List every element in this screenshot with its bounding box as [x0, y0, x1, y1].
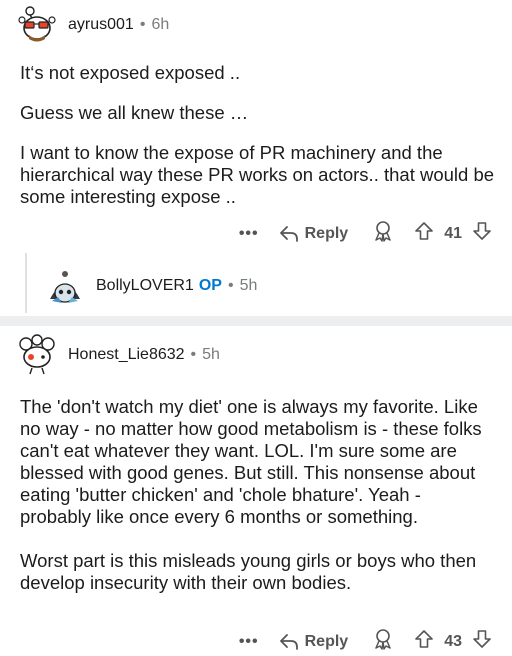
vote-score: 43: [444, 632, 462, 650]
comment-paragraph: The 'don't watch my diet' one is always …: [20, 396, 482, 527]
timestamp: 6h: [151, 16, 170, 33]
upvote-button[interactable]: [414, 221, 434, 246]
op-badge: OP: [198, 277, 222, 294]
snoo-avatar-icon: [18, 6, 56, 42]
timestamp: 5h: [239, 277, 258, 294]
reply-label: Reply: [304, 224, 349, 242]
downvote-button[interactable]: [472, 629, 492, 654]
comment-paragraph: Worst part is this misleads young girls …: [20, 550, 477, 593]
comment-paragraph: I want to know the expose of PR machiner…: [20, 142, 495, 207]
downvote-icon: [473, 630, 491, 648]
comment-paragraph: It‘s not exposed exposed ..: [20, 62, 241, 83]
comment-actions: ••• Reply 41: [239, 220, 492, 247]
reply-arrow-icon: [279, 225, 298, 242]
upvote-icon: [415, 630, 434, 648]
meta-separator: •: [227, 277, 234, 294]
comment-header: Honest_Lie8632 • 5h: [14, 332, 220, 378]
reply-button[interactable]: Reply: [279, 632, 349, 651]
comment-paragraph: Guess we all knew these …: [20, 102, 249, 123]
more-options-button[interactable]: •••: [239, 225, 259, 243]
award-icon: [375, 221, 391, 242]
comment-body: The 'don't watch my diet' one is always …: [20, 396, 496, 594]
snoo-avatar-icon: [50, 271, 80, 303]
upvote-icon: [415, 222, 434, 240]
thread-line[interactable]: [25, 253, 27, 313]
award-button[interactable]: [372, 220, 394, 247]
comment-body: It‘s not exposed exposed .. Guess we all…: [20, 62, 496, 208]
username[interactable]: ayrus001: [68, 16, 134, 34]
avatar[interactable]: [44, 265, 86, 307]
vote-score: 41: [444, 224, 462, 242]
more-options-button[interactable]: •••: [239, 633, 259, 651]
username[interactable]: Honest_Lie8632: [68, 346, 185, 364]
reply-label: Reply: [304, 632, 349, 650]
comment-actions: ••• Reply 43: [239, 628, 492, 655]
upvote-button[interactable]: [414, 629, 434, 654]
meta-separator: •: [190, 346, 197, 363]
comment-header: ayrus001 • 6h: [14, 2, 169, 48]
snoo-avatar-icon: [19, 334, 55, 375]
meta-separator: •: [139, 16, 146, 33]
award-icon: [375, 629, 391, 650]
reply-arrow-icon: [279, 633, 298, 650]
reply-header: BollyLOVER1 OP • 5h: [44, 265, 257, 307]
comment: Honest_Lie8632 • 5h The 'don't watch my …: [0, 326, 512, 656]
timestamp: 5h: [202, 346, 220, 363]
reply-button[interactable]: Reply: [279, 224, 349, 243]
avatar[interactable]: [14, 2, 60, 48]
award-button[interactable]: [372, 628, 394, 655]
avatar[interactable]: [14, 332, 60, 378]
comment: ayrus001 • 6h It‘s not exposed exposed .…: [0, 0, 512, 316]
downvote-button[interactable]: [472, 221, 492, 246]
username[interactable]: BollyLOVER1: [96, 277, 194, 295]
comment-divider: [0, 316, 512, 326]
reply-thread: BollyLOVER1 OP • 5h: [20, 253, 500, 313]
downvote-icon: [473, 222, 491, 240]
